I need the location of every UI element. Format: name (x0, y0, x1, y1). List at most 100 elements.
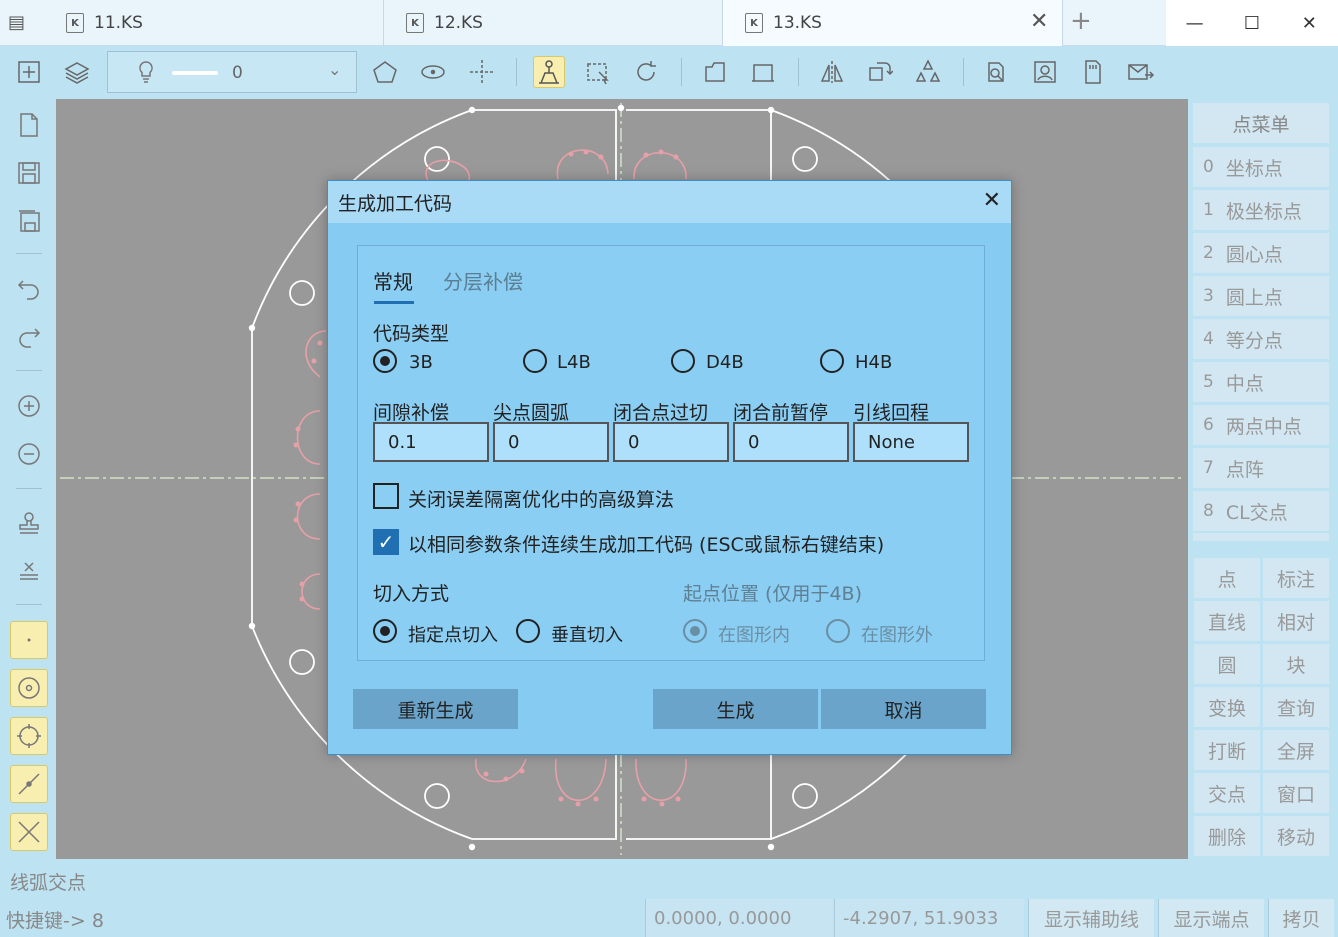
snap-midpoint-icon[interactable] (10, 765, 48, 803)
mirror-icon[interactable] (816, 56, 848, 88)
origin-coordinates: 0.0000, 0.0000 (645, 899, 833, 937)
layer-selector[interactable]: 0 ⌄ (107, 51, 357, 93)
cmd-button-11[interactable]: 窗口 (1263, 773, 1329, 813)
zoom-out-icon[interactable] (10, 435, 48, 473)
point-menu-item-3[interactable]: 3 圆上点 (1193, 276, 1329, 316)
cmd-button-4[interactable]: 圆 (1194, 644, 1260, 684)
crosshair-icon[interactable] (466, 56, 498, 88)
maximize-icon[interactable]: ☐ (1223, 0, 1280, 46)
snap-intersection-icon[interactable] (10, 813, 48, 851)
stamp-icon[interactable] (10, 504, 48, 542)
continuous-generate-checkbox[interactable]: ✓ (373, 529, 399, 555)
tab-label: 13.KS (773, 13, 822, 33)
radio-point-entry[interactable] (373, 619, 397, 643)
polygon-icon[interactable] (369, 56, 401, 88)
tab-close-icon[interactable]: ✕ (1030, 9, 1048, 34)
redo-icon[interactable] (10, 318, 48, 356)
cut-path-icon[interactable] (533, 56, 565, 88)
radio-h4b[interactable] (820, 349, 844, 373)
chevron-down-icon[interactable]: ⌄ (328, 60, 341, 79)
cmd-button-7[interactable]: 查询 (1263, 687, 1329, 727)
user-view-icon[interactable] (1029, 56, 1061, 88)
radio-perpendicular-entry[interactable] (516, 619, 540, 643)
window-controls: — ☐ ✕ (1166, 0, 1338, 46)
advanced-algorithm-checkbox[interactable] (373, 483, 399, 509)
cut-out-icon[interactable] (747, 56, 779, 88)
zoom-in-icon[interactable] (10, 387, 48, 425)
tab-13[interactable]: K 13.KS (723, 0, 1063, 46)
send-mail-icon[interactable] (1125, 56, 1157, 88)
tab-12[interactable]: K 12.KS (384, 0, 723, 46)
memory-card-icon[interactable] (1077, 56, 1109, 88)
code-type-label: 代码类型 (373, 323, 450, 345)
copy-button[interactable]: 拷贝 (1268, 899, 1334, 937)
cmd-button-6[interactable]: 变换 (1194, 687, 1260, 727)
cmd-button-10[interactable]: 交点 (1194, 773, 1260, 813)
snap-point-icon[interactable] (10, 621, 48, 659)
close-window-icon[interactable]: ✕ (1281, 0, 1338, 46)
transform-rotate-icon[interactable] (864, 56, 896, 88)
cmd-button-5[interactable]: 块 (1263, 644, 1329, 684)
point-menu-item-5[interactable]: 5 中点 (1193, 362, 1329, 402)
item-label: 极坐标点 (1225, 200, 1302, 223)
point-menu-item-4[interactable]: 4 等分点 (1193, 319, 1329, 359)
radio-d4b[interactable] (671, 349, 695, 373)
bulb-icon[interactable] (136, 60, 156, 88)
sim-icon[interactable] (980, 56, 1012, 88)
cmd-button-13[interactable]: 移动 (1263, 816, 1329, 856)
rotate-icon[interactable] (630, 56, 662, 88)
radio-h4b-label: H4B (855, 352, 893, 373)
tab-11[interactable]: K 11.KS (44, 0, 384, 46)
save-as-icon[interactable] (10, 202, 48, 240)
point-menu-item-2[interactable]: 2 圆心点 (1193, 233, 1329, 273)
cmd-button-12[interactable]: 删除 (1194, 816, 1260, 856)
tab-layer-compensation[interactable]: 分层补偿 (443, 266, 523, 295)
radio-l4b[interactable] (523, 349, 547, 373)
item-label: 中点 (1225, 372, 1264, 395)
layers-icon[interactable] (61, 56, 93, 88)
select-region-icon[interactable] (582, 56, 614, 88)
regenerate-button[interactable]: 重新生成 (353, 689, 518, 729)
show-endpoints-button[interactable]: 显示端点 (1158, 899, 1264, 937)
item-label: 两点中点 (1225, 415, 1302, 438)
lead-return-field[interactable]: None (853, 422, 969, 462)
add-view-icon[interactable] (13, 56, 45, 88)
entry-mode-label: 切入方式 (373, 583, 450, 605)
pre-close-pause-field[interactable]: 0 (733, 422, 849, 462)
cmd-button-9[interactable]: 全屏 (1263, 730, 1329, 770)
save-icon[interactable] (10, 154, 48, 192)
ellipse-icon[interactable] (417, 56, 449, 88)
minimize-icon[interactable]: — (1166, 0, 1223, 46)
point-menu-item-1[interactable]: 1 极坐标点 (1193, 190, 1329, 230)
show-aux-lines-button[interactable]: 显示辅助线 (1028, 899, 1154, 937)
generate-code-dialog: 生成加工代码 ✕ 常规 分层补偿 代码类型 3B L4B D4B H4B 间隙补… (327, 180, 1012, 755)
dialog-close-icon[interactable]: ✕ (983, 188, 1001, 213)
closing-overcut-field[interactable]: 0 (613, 422, 729, 462)
cmd-button-2[interactable]: 直线 (1194, 601, 1260, 641)
cancel-button[interactable]: 取消 (821, 689, 986, 729)
clear-icon[interactable] (10, 552, 48, 590)
point-menu-item-8[interactable]: 8 CL交点 (1193, 491, 1329, 531)
corner-arc-field[interactable]: 0 (493, 422, 609, 462)
point-menu-item-7[interactable]: 7 点阵 (1193, 448, 1329, 488)
array-icon[interactable] (912, 56, 944, 88)
settings-panel: 常规 分层补偿 代码类型 3B L4B D4B H4B 间隙补偿 尖点圆弧 闭合… (357, 245, 985, 661)
gap-compensation-field[interactable]: 0.1 (373, 422, 489, 462)
cut-in-icon[interactable] (699, 56, 731, 88)
point-menu-item-0[interactable]: 0 坐标点 (1193, 147, 1329, 187)
generate-button[interactable]: 生成 (653, 689, 818, 729)
snap-quadrant-icon[interactable] (10, 717, 48, 755)
cmd-button-8[interactable]: 打断 (1194, 730, 1260, 770)
point-menu-item-6[interactable]: 6 两点中点 (1193, 405, 1329, 445)
system-menu-icon[interactable]: ▤ (8, 12, 32, 34)
cmd-button-3[interactable]: 相对 (1263, 601, 1329, 641)
cmd-button-1[interactable]: 标注 (1263, 558, 1329, 598)
tab-general[interactable]: 常规 (373, 266, 413, 295)
undo-icon[interactable] (10, 270, 48, 308)
dialog-title-bar: 生成加工代码 ✕ (328, 181, 1011, 223)
cmd-button-0[interactable]: 点 (1194, 558, 1260, 598)
new-tab-icon[interactable]: + (1070, 6, 1092, 36)
radio-3b[interactable] (373, 349, 397, 373)
snap-center-icon[interactable] (10, 669, 48, 707)
new-file-icon[interactable] (10, 106, 48, 144)
